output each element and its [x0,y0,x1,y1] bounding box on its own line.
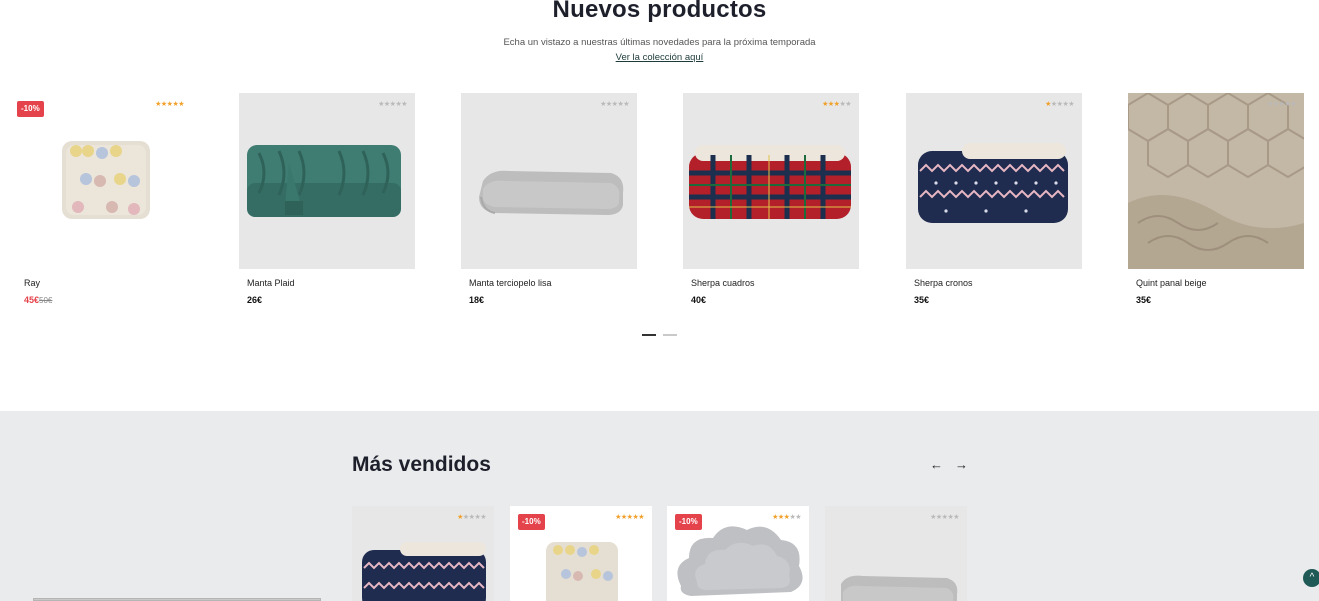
carousel-dot-active[interactable] [642,334,656,336]
star-empty-icon: ★ [480,514,486,521]
new-products-section: Nuevos productos Echa un vistazo a nuest… [0,0,1319,411]
product-card[interactable]: ★★★★★ Manta Plaid 26€ [239,93,415,305]
beige-quilt-image [1128,93,1304,269]
plaid-blanket-image [689,145,851,219]
product-image[interactable]: ★★★★★ [906,93,1082,269]
product-name[interactable]: Manta terciopelo lisa [469,278,552,288]
product-image[interactable]: ★★★★★ [825,506,967,601]
rating-stars: ★★★★★ [1267,101,1296,109]
product-name[interactable]: Sherpa cronos [914,278,973,288]
best-sellers-section: Más vendidos ← → ★★★★★ -10% ★★★★★ -10% ★… [0,411,1319,601]
product-card[interactable]: -10% ★★★★★ [667,506,809,601]
arrow-right-icon[interactable]: → [955,457,968,472]
product-name[interactable]: Ray [24,278,40,288]
product-image[interactable]: ★★★★★ [461,93,637,269]
green-throw-image [247,145,401,217]
product-price: 35€ [914,295,930,305]
star-filled-icon: ★ [638,514,644,521]
product-card[interactable]: ★★★★★ Quint panal beige 35€ [1128,93,1304,305]
rating-stars: ★★★★★ [822,101,851,109]
cushion-image [62,141,150,219]
star-empty-icon: ★ [795,514,801,521]
rating-stars: ★★★★★ [600,101,629,109]
product-card[interactable]: ★★★★★ [825,506,967,601]
product-price: 45€50€ [24,295,52,305]
product-card[interactable]: ★★★★★ Sherpa cuadros 40€ [683,93,859,305]
rating-stars: ★★★★★ [930,514,959,522]
section-title: Nuevos productos [552,0,767,23]
discount-badge: -10% [675,514,702,530]
rating-stars: ★★★★★ [378,101,407,109]
star-empty-icon: ★ [1290,101,1296,108]
product-price: 26€ [247,295,263,305]
star-empty-icon: ★ [845,101,851,108]
section-subtitle: Echa un vistazo a nuestras últimas noved… [503,37,816,48]
product-card[interactable]: ★★★★★ Manta terciopelo lisa 18€ [461,93,637,305]
star-empty-icon: ★ [1068,101,1074,108]
product-name[interactable]: Quint panal beige [1136,278,1207,288]
old-price: 50€ [39,296,53,305]
star-filled-icon: ★ [178,101,184,108]
product-card[interactable]: -10% ★★★★★ [510,506,652,601]
product-name[interactable]: Sherpa cuadros [691,278,755,288]
carousel-dot[interactable] [663,334,677,336]
discount-badge: -10% [17,101,44,117]
scroll-to-top-button[interactable]: ^ [1303,569,1319,587]
chevron-up-icon: ^ [1309,572,1315,583]
product-price: 40€ [691,295,707,305]
product-image[interactable]: -10% ★★★★★ [667,506,809,601]
patterned-blanket-image [918,143,1068,223]
star-empty-icon: ★ [401,101,407,108]
star-empty-icon: ★ [953,514,959,521]
product-image[interactable]: ★★★★★ [683,93,859,269]
product-image[interactable]: ★★★★★ [1128,93,1304,269]
product-card[interactable]: ★★★★★ [352,506,494,601]
product-image[interactable]: ★★★★★ [352,506,494,601]
product-price: 35€ [1136,295,1152,305]
product-image[interactable]: -10% ★★★★★ [16,93,192,269]
rating-stars: ★★★★★ [457,514,486,522]
star-empty-icon: ★ [623,101,629,108]
product-name[interactable]: Manta Plaid [247,278,295,288]
arrow-left-icon[interactable]: ← [930,457,943,472]
rating-stars: ★★★★★ [1045,101,1074,109]
product-image[interactable]: -10% ★★★★★ [510,506,652,601]
discount-badge: -10% [518,514,545,530]
collection-link-wrap: Ver la colección aquí [0,52,1319,63]
product-image[interactable]: ★★★★★ [239,93,415,269]
sale-price: 45€ [24,295,40,305]
grey-blanket-image [479,170,624,215]
view-collection-link[interactable]: Ver la colección aquí [616,52,704,63]
product-card[interactable]: -10% ★★★★★ Ray 45€50€ [16,93,192,305]
rating-stars: ★★★★★ [155,101,184,109]
rating-stars: ★★★★★ [772,514,801,522]
section-title: Más vendidos [352,453,491,476]
product-card[interactable]: ★★★★★ Sherpa cronos 35€ [906,93,1082,305]
product-price: 18€ [469,295,485,305]
rating-stars: ★★★★★ [615,514,644,522]
